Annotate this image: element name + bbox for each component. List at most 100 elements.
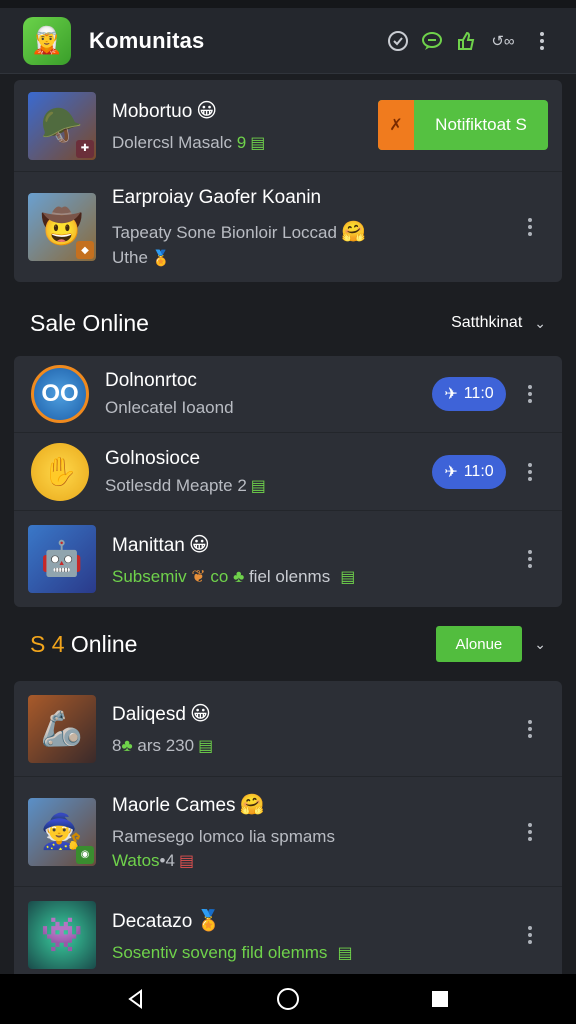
more-vert-icon[interactable] — [528, 31, 556, 50]
notification-button-label: Notifiktoat S — [435, 115, 527, 134]
avatar: 🦾 — [28, 694, 96, 763]
notification-button[interactable]: ✗ Notifiktoat S — [378, 100, 548, 150]
row-title: Decatazo 🏅 — [112, 908, 510, 933]
status-pill[interactable]: ✈ 11:0 — [432, 454, 506, 489]
pill-label: 11:0 — [463, 385, 494, 402]
more-vert-icon[interactable] — [510, 926, 550, 944]
avatar: ✋ — [31, 442, 89, 501]
clipboard-icon: ▤ — [337, 944, 353, 962]
section-header: Sale Online Satthkinat ⌄ — [0, 290, 576, 356]
section2-card: 🦾 Daliqesd 😀 8♣ ars 230 ▤ 🧙 ◉ Maorle Cames 🤗… — [14, 681, 562, 974]
row-subtitle: Tapeaty Sone Bionloir Loccad 🤗 — [112, 219, 510, 244]
row-subtitle-suffix: 9 — [236, 133, 247, 152]
clover-icon: ♣ — [121, 736, 133, 755]
top-card: 🪖 ✚ Mobortuo 😀 Dolercsl Masalc 9 ▤ ✗ Notifi… — [14, 80, 562, 282]
badge-emoji-icon: 🏅 — [151, 249, 171, 267]
flag-icon: ✗ — [378, 100, 414, 150]
section-title: S 4 Online — [30, 631, 137, 658]
list-item[interactable]: 🦾 Daliqesd 😀 8♣ ars 230 ▤ — [14, 681, 562, 777]
smile-emoji-icon: 😀 — [188, 533, 210, 556]
badge-icon: ✚ — [76, 139, 94, 158]
smile-emoji-icon: 😀 — [189, 703, 211, 725]
link-icon[interactable]: ↺∞ — [488, 29, 518, 53]
app-title: Komunitas — [89, 27, 205, 53]
avatar: 🪖 ✚ — [28, 91, 96, 160]
row-text: Earproiay Gaofer Koanin Tapeaty Sone Bio… — [112, 187, 510, 268]
list-item[interactable]: OO Dolnonrtoc Onlecatel Ioaond ✈ 11:0 — [14, 356, 562, 433]
appbar-actions: ↺∞ — [386, 29, 556, 53]
list-item[interactable]: 🤠 ◆ Earproiay Gaofer Koanin Tapeaty Sone … — [14, 172, 562, 282]
main-content: 🪖 ✚ Mobortuo 😀 Dolercsl Masalc 9 ▤ ✗ Notifi… — [0, 74, 576, 974]
row-subtitle-end: ars 230 — [137, 736, 195, 755]
recents-icon[interactable] — [420, 979, 460, 1019]
emoji-icon: 🤗 — [239, 794, 265, 816]
row-subtitle-text: Subsemiv — [112, 566, 187, 586]
row-title: Dolnonrtoc — [105, 370, 197, 391]
clipboard-icon: ▤ — [250, 135, 266, 152]
row-title: Golnosioce — [105, 447, 201, 469]
more-vert-icon[interactable] — [510, 218, 550, 236]
more-vert-icon[interactable] — [510, 822, 550, 841]
section-header: S 4 Online Alonue ⌄ — [0, 611, 576, 677]
section-action-button[interactable]: Alonue — [435, 626, 523, 662]
more-vert-icon[interactable] — [510, 385, 550, 403]
filter-label: Satthkinat — [451, 314, 523, 331]
row-text: Maorle Cames 🤗 Ramesego lomco lia spmams … — [112, 792, 510, 871]
row-title-text: Daliqesd — [112, 704, 186, 725]
more-vert-icon[interactable] — [510, 462, 550, 481]
more-vert-icon[interactable] — [510, 550, 550, 568]
row-subtitle: Ramesego lomco lia spmams — [112, 827, 335, 846]
thumbs-up-icon[interactable] — [454, 29, 478, 53]
badge-icon: ◆ — [76, 241, 94, 259]
row-text: Golnosioce Sotlesdd Meapte 2 ▤ — [105, 448, 432, 496]
row-subtitle-text: Tapeaty Sone Bionloir Loccad — [112, 222, 337, 242]
row-subtitle2-text: Uthe — [112, 247, 148, 267]
emoji-icon: 🤗 — [340, 220, 366, 243]
row-subtitle: 8♣ ars 230 ▤ — [112, 736, 510, 756]
row-title-text: Maorle Cames — [112, 795, 236, 816]
section-title: Sale Online — [30, 309, 149, 336]
row-subtitle-end: fiel olenms — [248, 566, 331, 586]
back-icon[interactable] — [116, 979, 156, 1019]
app-logo-icon[interactable]: 🧝 — [23, 16, 71, 65]
section-filter-dropdown[interactable]: Satthkinat ⌄ — [451, 314, 546, 332]
status-bar — [0, 0, 576, 8]
row-subtitle: Subsemiv ❦ co ♣ fiel olenms ▤ — [112, 567, 510, 587]
row-subtitle2: Watos•4 ▤ — [112, 851, 510, 871]
section1-card: OO Dolnonrtoc Onlecatel Ioaond ✈ 11:0 ✋ G… — [14, 356, 562, 607]
chat-bubble-icon[interactable] — [420, 29, 444, 53]
home-icon[interactable] — [268, 979, 308, 1019]
row-title-text: Manittan — [112, 534, 185, 556]
plane-icon: ✈ — [444, 463, 458, 481]
row-subtitle-text: Dolercsl Masalc — [112, 133, 232, 152]
section-action: Alonue ⌄ — [435, 626, 546, 662]
avatar: 👾 — [28, 901, 96, 969]
row-title-text: Mobortuo — [112, 101, 193, 122]
row-subtitle: Onlecatel Ioaond — [105, 398, 234, 417]
section-title-text: Online — [64, 630, 138, 657]
avatar: 🧙 ◉ — [28, 797, 96, 866]
avatar: 🤠 ◆ — [28, 193, 96, 261]
list-item[interactable]: 🧙 ◉ Maorle Cames 🤗 Ramesego lomco lia spma… — [14, 777, 562, 887]
list-item[interactable]: 🪖 ✚ Mobortuo 😀 Dolercsl Masalc 9 ▤ ✗ Notifi… — [14, 80, 562, 172]
pill-label: 11:0 — [463, 462, 494, 480]
smile-emoji-icon: 😀 — [196, 100, 218, 122]
row-subtitle2-text: Watos — [112, 851, 160, 870]
clipboard-icon: ▤ — [198, 738, 214, 755]
more-vert-icon[interactable] — [510, 719, 550, 738]
row-text: Dolnonrtoc Onlecatel Ioaond — [105, 370, 432, 418]
flame-icon: ❦ — [191, 566, 206, 586]
chevron-down-icon[interactable]: ⌄ — [534, 636, 546, 653]
list-item[interactable]: 👾 Decatazo 🏅 Sosentiv soveng fild olemms ▤ — [14, 887, 562, 974]
system-nav-bar — [0, 974, 576, 1024]
clock-check-icon[interactable] — [386, 29, 410, 53]
plane-icon: ✈ — [444, 386, 458, 403]
row-subtitle-mid: co — [210, 566, 229, 586]
section-title-prefix: S 4 — [30, 630, 65, 657]
list-item[interactable]: 🤖 Manittan 😀 Subsemiv ❦ co ♣ fiel olenms ▤ — [14, 511, 562, 607]
row-title: Earproiay Gaofer Koanin — [112, 186, 322, 208]
status-pill[interactable]: ✈ 11:0 — [432, 377, 506, 411]
row-title-text: Decatazo — [112, 910, 193, 932]
avatar: 🤖 — [28, 525, 96, 593]
list-item[interactable]: ✋ Golnosioce Sotlesdd Meapte 2 ▤ ✈ 11:0 — [14, 433, 562, 511]
